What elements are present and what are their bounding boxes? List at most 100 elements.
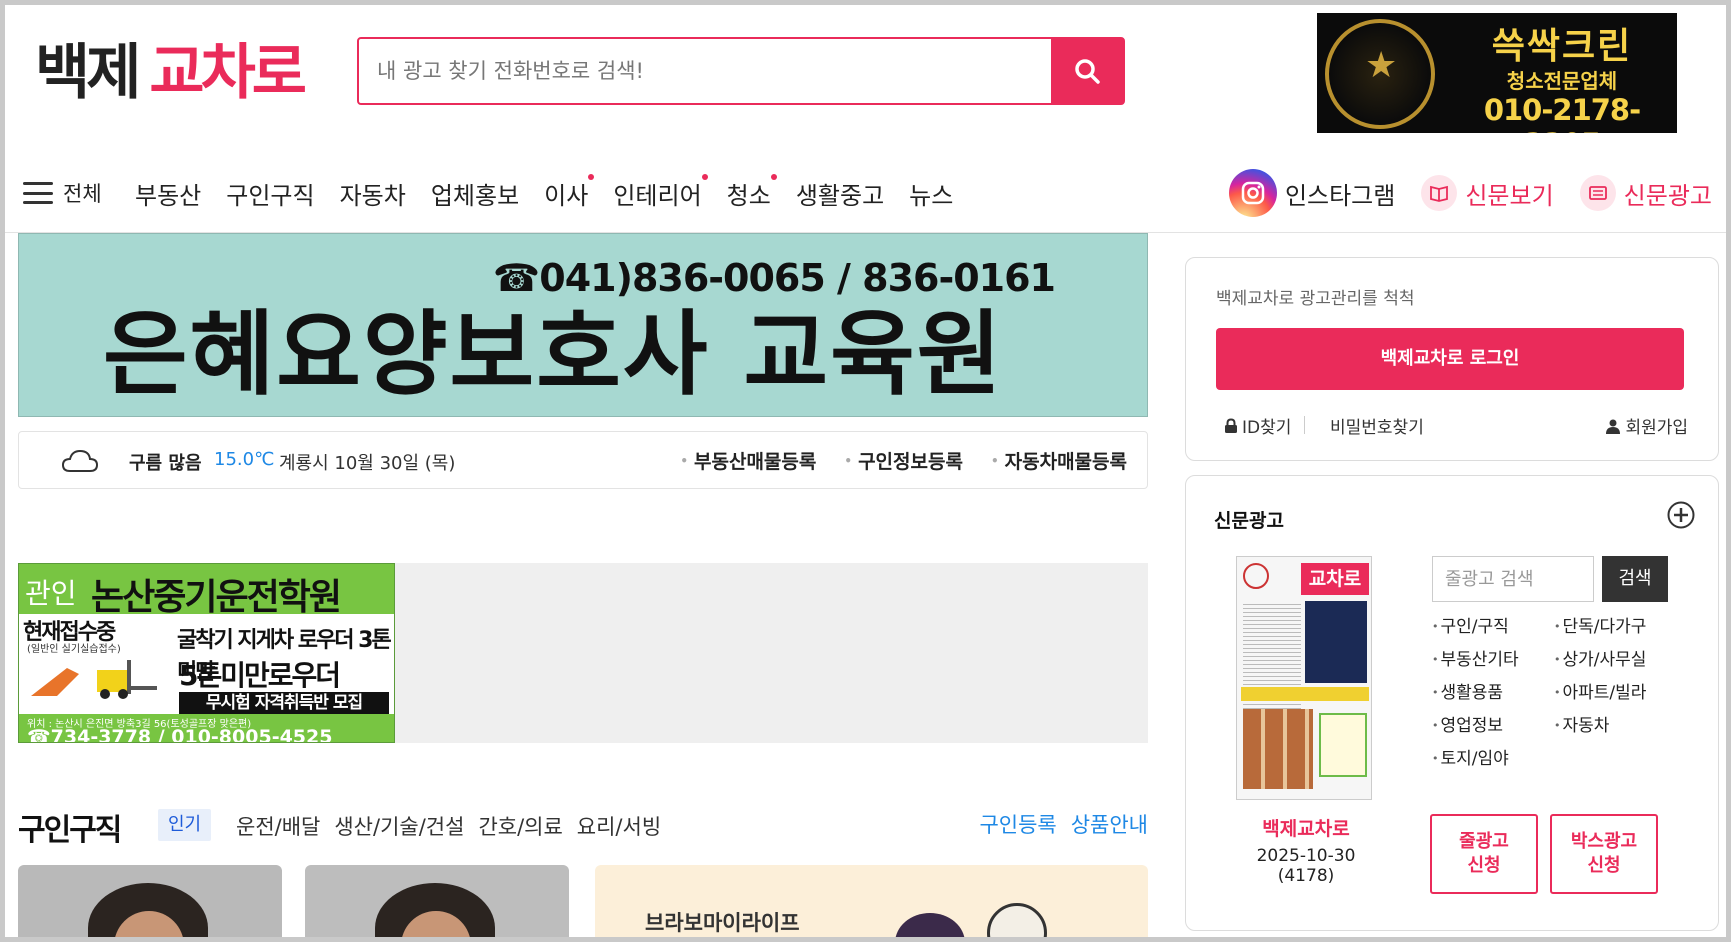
- job-card-bravo[interactable]: 브라보마이라이프: [595, 865, 1148, 937]
- weather-date: 계룡시 10월 30일 (목): [279, 453, 456, 474]
- top-ad-banner[interactable]: 쓱싹크린 청소전문업체 010-2178-2205: [1317, 13, 1677, 133]
- line-ad-search-input[interactable]: [1433, 557, 1593, 601]
- newspaper-name[interactable]: 백제교차로: [1226, 814, 1386, 841]
- ad2-phone: ☎734-3778 / 010-8005-4525: [27, 726, 333, 743]
- excavator-icon: [31, 660, 157, 699]
- category-link[interactable]: 토지/임야: [1432, 744, 1554, 769]
- nav-item-news[interactable]: 뉴스: [909, 176, 953, 211]
- all-menu-button[interactable]: 전체: [23, 173, 102, 213]
- ad2-line3: 5톤미만로우더: [179, 659, 341, 692]
- weather-bar: 구름 많음 15.0℃ 계룡시 10월 30일 (목) 부동산매물등록 구인정보…: [18, 431, 1148, 489]
- ad2-bar: 무시험 자격취득반 모집: [179, 692, 389, 714]
- ad2-header: 관인 논산중기운전학원: [19, 564, 394, 618]
- find-id-link[interactable]: ID찾기: [1224, 413, 1291, 438]
- thumbnail-strip: [1241, 687, 1369, 701]
- category-link[interactable]: 생활용품: [1432, 678, 1554, 703]
- job-register-link[interactable]: 구인등록: [979, 809, 1056, 839]
- jobs-actions: 구인등록 상품안내: [965, 809, 1148, 839]
- register-car-link[interactable]: 자동차매물등록: [991, 447, 1127, 474]
- newspaper-ad-label: 신문광고: [1623, 181, 1712, 210]
- category-link[interactable]: 아파트/빌라: [1554, 678, 1684, 703]
- category-link[interactable]: 구인/구직: [1432, 612, 1554, 637]
- banner-care-school-phone: ☎041)836-0065 / 836-0161: [492, 256, 1056, 300]
- category-link[interactable]: 자동차: [1554, 711, 1684, 736]
- job-card[interactable]: [18, 865, 282, 937]
- newspaper-icon: [1579, 175, 1616, 211]
- ad2-name: 논산중기운전학원: [91, 577, 342, 618]
- nav-item-realestate[interactable]: 부동산: [135, 176, 201, 211]
- jobs-section-header: 구인구직 인기 운전/배달 생산/기술/건설 간호/의료 요리/서빙 구인등록 …: [18, 805, 1148, 848]
- divider: [1304, 416, 1305, 434]
- login-panel: 백제교차로 광고관리를 척척 백제교차로 로그인 ID찾기 비밀번호찾기 회원가…: [1185, 257, 1719, 461]
- login-button[interactable]: 백제교차로 로그인: [1216, 328, 1684, 390]
- category-link[interactable]: 영업정보: [1432, 711, 1554, 736]
- login-tip: 백제교차로 광고관리를 척척: [1216, 289, 1415, 309]
- ad2-line1-sub: (일반인 실기실습접수): [27, 644, 121, 655]
- job-card[interactable]: [305, 865, 569, 937]
- person-photo: [375, 883, 495, 937]
- category-list: 구인/구직 단독/다가구 부동산기타 상가/사무실 생활용품 아파트/빌라 영업…: [1432, 612, 1692, 769]
- nav-item-moving[interactable]: 이사: [544, 173, 595, 211]
- register-realestate-link[interactable]: 부동산매물등록: [680, 447, 816, 474]
- jobs-tab-driving[interactable]: 운전/배달: [236, 811, 320, 841]
- nav-item-interior[interactable]: 인테리어: [613, 173, 709, 211]
- seal-icon: [1243, 563, 1269, 589]
- search-bar: [357, 37, 1125, 105]
- instagram-link[interactable]: 인스타그램: [1228, 169, 1396, 217]
- register-links: 부동산매물등록 구인정보등록 자동차매물등록: [652, 447, 1127, 474]
- nav-item-jobs[interactable]: 구인구직: [226, 176, 314, 211]
- category-link[interactable]: 상가/사무실: [1554, 645, 1684, 670]
- top-ad-name: 쓱싹크린: [1491, 26, 1633, 67]
- search-button[interactable]: [1051, 39, 1123, 103]
- job-card-title: 브라보마이라이프: [645, 911, 800, 935]
- line-ad-search: [1432, 556, 1594, 602]
- person-photo: [88, 883, 208, 937]
- instagram-icon: [1228, 169, 1277, 217]
- apply-box-ad-button[interactable]: 박스광고 신청: [1550, 814, 1658, 894]
- top-ad-phone: 010-2178-2205: [1483, 93, 1641, 133]
- thumbnail-photo-grid: [1243, 709, 1313, 789]
- search-input[interactable]: [359, 39, 1049, 103]
- newspaper-thumbnail[interactable]: 교차로: [1236, 556, 1372, 800]
- plus-circle-icon[interactable]: [1666, 500, 1696, 530]
- apply-line-ad-label-2: 신청: [1467, 855, 1501, 876]
- main-nav: 전체 부동산 구인구직 자동차 업체홍보 이사 인테리어 청소 생활중고 뉴스 …: [5, 155, 1726, 233]
- jobs-tab-nursing[interactable]: 간호/의료: [478, 811, 562, 841]
- apply-line-ad-button[interactable]: 줄광고 신청: [1430, 814, 1538, 894]
- newspaper-ad-panel: 신문광고 교차로 백제교차로 2025-10-30 (4178) 검색 구인/구…: [1185, 475, 1719, 931]
- apply-box-ad-label-1: 박스광고: [1570, 831, 1638, 852]
- apply-box-ad-label-2: 신청: [1587, 855, 1621, 876]
- site-logo[interactable]: 백제 교차로: [35, 37, 307, 109]
- jobs-tab-production[interactable]: 생산/기술/건설: [334, 811, 464, 841]
- banner-care-school-title: 은혜요양보호사 교육원: [103, 301, 1004, 408]
- newspaper-ad-link[interactable]: 신문광고: [1579, 175, 1712, 211]
- apply-line-ad-label-1: 줄광고: [1459, 831, 1509, 852]
- find-password-link[interactable]: 비밀번호찾기: [1330, 413, 1424, 438]
- jobs-tab-popular[interactable]: 인기: [158, 809, 212, 841]
- nav-item-cleaning[interactable]: 청소: [727, 173, 778, 211]
- banner-driving-school[interactable]: 관인 논산중기운전학원 현재접수중 (일반인 실기실습접수) 굴착기 지게차 로…: [18, 563, 395, 743]
- banner-care-school[interactable]: ☎041)836-0065 / 836-0161 은혜요양보호사 교육원: [18, 233, 1148, 417]
- ad-strip: 관인 논산중기운전학원 현재접수중 (일반인 실기실습접수) 굴착기 지게차 로…: [18, 563, 1148, 743]
- product-info-link[interactable]: 상품안내: [1071, 809, 1148, 839]
- thumbnail-text-block: [1243, 601, 1301, 721]
- join-link[interactable]: 회원가입: [1605, 413, 1688, 438]
- nav-item-business-promo[interactable]: 업체홍보: [431, 176, 519, 211]
- category-link[interactable]: 단독/다가구: [1554, 612, 1684, 637]
- all-menu-label: 전체: [63, 182, 102, 206]
- thumbnail-green-box: [1319, 713, 1367, 777]
- jobs-tab-cooking[interactable]: 요리/서빙: [577, 811, 661, 841]
- nav-item-cars[interactable]: 자동차: [340, 176, 406, 211]
- user-icon: [1606, 419, 1621, 434]
- ad2-footer: 위치 : 논산시 은진면 방축3길 56(토성골프장 맞은편) ☎734-377…: [19, 714, 394, 743]
- newspaper-view-link[interactable]: 신문보기: [1421, 175, 1554, 211]
- search-icon: [1075, 59, 1100, 84]
- instagram-label: 인스타그램: [1284, 181, 1396, 210]
- nav-item-used-goods[interactable]: 생활중고: [796, 176, 884, 211]
- cleaning-emblem-icon: [1325, 19, 1435, 129]
- line-ad-search-button[interactable]: 검색: [1602, 556, 1668, 602]
- top-ad-desc: 청소전문업체: [1506, 69, 1618, 93]
- register-job-link[interactable]: 구인정보등록: [844, 447, 963, 474]
- category-link[interactable]: 부동산기타: [1432, 645, 1554, 670]
- weather-condition: 구름 많음: [129, 453, 202, 474]
